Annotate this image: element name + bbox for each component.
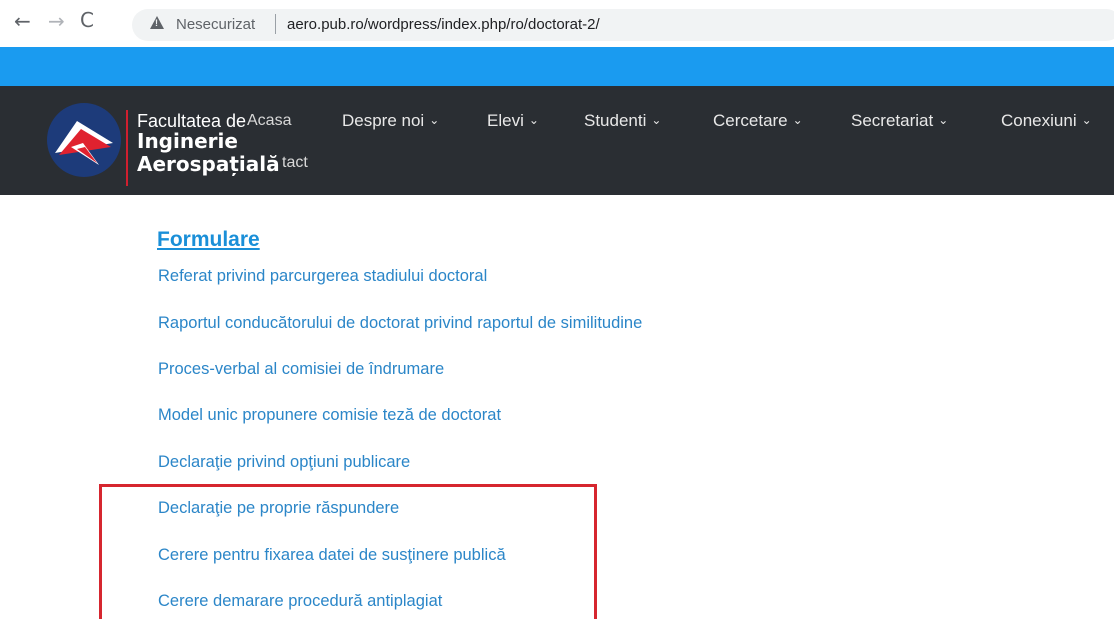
nav-label: Cercetare: [713, 111, 788, 130]
chevron-down-icon: ⌄: [938, 113, 949, 127]
doc-link[interactable]: Model unic propunere comisie teză de doc…: [158, 406, 501, 425]
chevron-down-icon: ⌄: [651, 113, 662, 127]
nav-label: Despre noi: [342, 111, 425, 130]
nav-label: Elevi: [487, 111, 524, 130]
nav-item-studenti[interactable]: Studenti ⌄: [584, 111, 661, 131]
chevron-down-icon: ⌄: [429, 113, 440, 127]
chevron-down-icon: ⌄: [528, 113, 539, 127]
back-arrow-icon[interactable]: ←: [14, 11, 31, 31]
nav-label: Studenti: [584, 111, 647, 130]
nav-label: Secretariat: [851, 111, 934, 130]
nav-item-cercetare[interactable]: Cercetare ⌄: [713, 111, 803, 131]
nav-item-elevi[interactable]: Elevi ⌄: [487, 111, 539, 131]
highlight-annotation-box: [99, 484, 597, 619]
reload-icon[interactable]: C: [80, 10, 94, 30]
logo-mark-icon: [55, 121, 113, 165]
url-text[interactable]: aero.pub.ro/wordpress/index.php/ro/docto…: [287, 16, 600, 33]
nav-label: Conexiuni: [1001, 111, 1077, 130]
chevron-down-icon: ⌄: [1081, 113, 1092, 127]
warning-icon[interactable]: [150, 16, 164, 29]
nav-item-despre-noi[interactable]: Despre noi ⌄: [342, 111, 439, 131]
brand-line-3: Aerospațială: [137, 152, 280, 176]
address-bar[interactable]: [132, 9, 1114, 41]
top-blue-strip: [0, 47, 1114, 86]
nav-item-secretariat[interactable]: Secretariat ⌄: [851, 111, 948, 131]
browser-toolbar: ← → C Nesecurizat aero.pub.ro/wordpress/…: [0, 0, 1114, 47]
security-label[interactable]: Nesecurizat: [176, 16, 255, 33]
faculty-logo[interactable]: [47, 103, 121, 177]
forward-arrow-icon[interactable]: →: [48, 11, 65, 31]
chevron-down-icon: ⌄: [792, 113, 803, 127]
doc-link[interactable]: Raportul conducătorului de doctorat priv…: [158, 314, 642, 333]
nav-item-contact[interactable]: tact: [282, 154, 308, 172]
url-divider: [275, 14, 276, 34]
doc-link[interactable]: Declaraţie privind opţiuni publicare: [158, 453, 410, 472]
nav-item-acasa[interactable]: Acasa: [247, 112, 291, 130]
section-title-formulare[interactable]: Formulare: [157, 228, 260, 252]
nav-item-conexiuni[interactable]: Conexiuni ⌄: [1001, 111, 1092, 131]
doc-link[interactable]: Proces-verbal al comisiei de îndrumare: [158, 360, 444, 379]
brand-line-2: Inginerie: [137, 129, 238, 153]
logo-divider: [126, 110, 128, 186]
doc-link[interactable]: Referat privind parcurgerea stadiului do…: [158, 267, 487, 286]
